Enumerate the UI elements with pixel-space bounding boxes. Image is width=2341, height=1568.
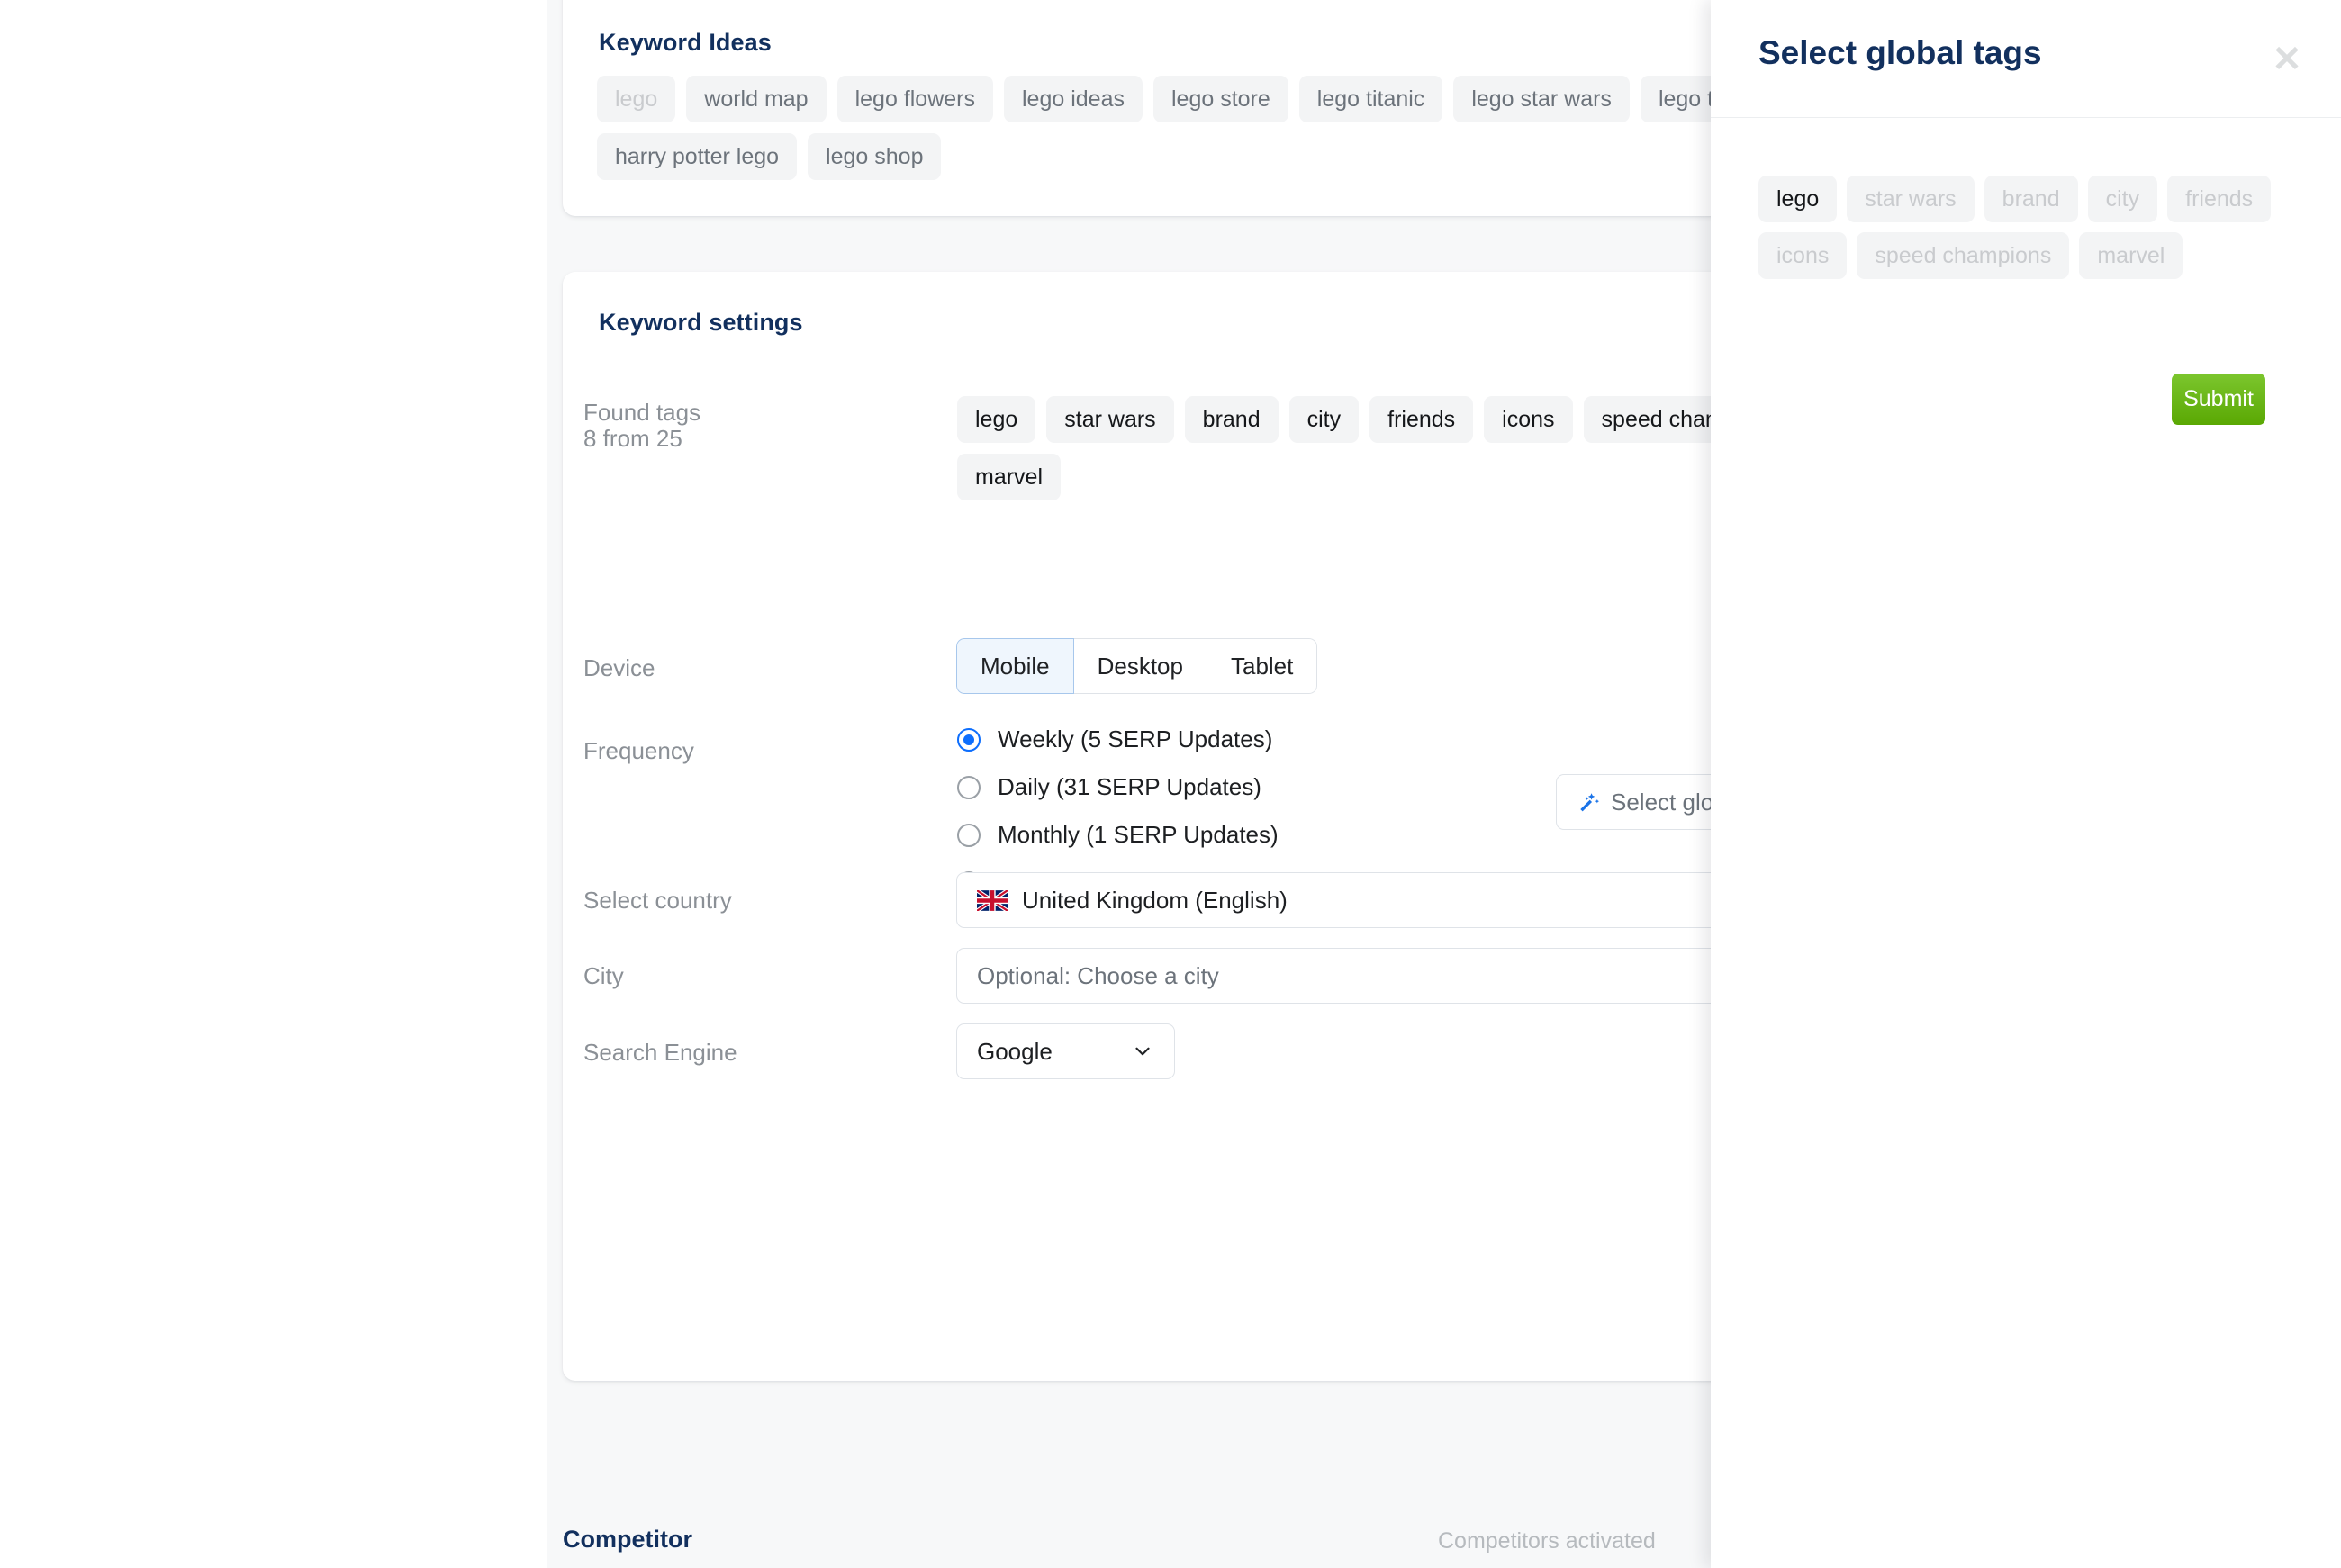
country-value: United Kingdom (English) [1022, 887, 1288, 915]
keyword-ideas-tag-list[interactable]: legoworld maplego flowerslego ideaslego … [597, 76, 1857, 180]
keyword-idea-tag[interactable]: lego titanic [1299, 76, 1443, 122]
radio-icon[interactable] [957, 728, 981, 752]
found-tag[interactable]: marvel [957, 454, 1061, 500]
keyword-idea-tag[interactable]: lego ideas [1004, 76, 1143, 122]
global-tag[interactable]: brand [1984, 176, 2078, 222]
magic-wand-icon [1577, 789, 1602, 815]
keyword-idea-tag[interactable]: lego shop [808, 133, 941, 180]
frequency-option-2[interactable]: Monthly (1 SERP Updates) [957, 820, 1279, 850]
frequency-label: Frequency [583, 731, 694, 770]
found-tag[interactable]: icons [1484, 396, 1572, 443]
submit-button[interactable]: Submit [2172, 374, 2265, 425]
uk-flag-icon [977, 890, 1008, 911]
found-tags-count: 8 from 25 [583, 419, 682, 458]
frequency-option-0[interactable]: Weekly (5 SERP Updates) [957, 725, 1279, 754]
city-label: City [583, 956, 624, 996]
app-page: Keyword Ideas legoworld maplego flowersl… [0, 0, 2341, 1568]
search-engine-select[interactable]: Google [956, 1023, 1175, 1079]
frequency-option-1[interactable]: Daily (31 SERP Updates) [957, 772, 1279, 802]
chevron-down-icon [1131, 1040, 1154, 1063]
found-tag[interactable]: star wars [1046, 396, 1173, 443]
found-tag[interactable]: brand [1185, 396, 1279, 443]
global-tags-drawer: Select global tags ✕ legostar warsbrandc… [1711, 0, 2341, 1568]
radio-icon[interactable] [957, 824, 981, 847]
drawer-header: Select global tags ✕ [1711, 0, 2341, 118]
device-option-desktop[interactable]: Desktop [1074, 638, 1207, 694]
device-option-mobile[interactable]: Mobile [956, 638, 1074, 694]
device-label: Device [583, 648, 655, 688]
global-tag[interactable]: icons [1758, 232, 1847, 279]
frequency-option-label: Daily (31 SERP Updates) [998, 773, 1261, 801]
found-tag[interactable]: friends [1369, 396, 1473, 443]
found-tag[interactable]: lego [957, 396, 1035, 443]
competitor-status: Competitors activated [1438, 1528, 1656, 1554]
search-engine-value: Google [977, 1038, 1053, 1066]
found-tag[interactable]: city [1289, 396, 1360, 443]
keyword-idea-tag[interactable]: lego flowers [837, 76, 993, 122]
competitor-title: Competitor [563, 1526, 692, 1554]
keyword-idea-tag[interactable]: lego [597, 76, 675, 122]
city-placeholder: Optional: Choose a city [977, 962, 1219, 990]
global-tag[interactable]: speed champions [1857, 232, 2069, 279]
global-tag[interactable]: lego [1758, 176, 1837, 222]
global-tag[interactable]: star wars [1847, 176, 1974, 222]
global-tag[interactable]: city [2088, 176, 2158, 222]
device-option-tablet[interactable]: Tablet [1207, 638, 1317, 694]
keyword-idea-tag[interactable]: world map [686, 76, 826, 122]
country-label: Select country [583, 880, 732, 920]
left-gutter [0, 0, 547, 1568]
frequency-option-label: Monthly (1 SERP Updates) [998, 821, 1279, 849]
drawer-tag-list[interactable]: legostar warsbrandcityfriends iconsspeed … [1758, 176, 2299, 279]
keyword-ideas-card: Keyword Ideas legoworld maplego flowersl… [563, 0, 1895, 216]
radio-icon[interactable] [957, 776, 981, 799]
keyword-ideas-title: Keyword Ideas [599, 29, 772, 57]
keyword-idea-tag[interactable]: lego store [1153, 76, 1288, 122]
drawer-title: Select global tags [1758, 34, 2042, 72]
frequency-option-label: Weekly (5 SERP Updates) [998, 725, 1272, 753]
keyword-idea-tag[interactable]: lego star wars [1453, 76, 1630, 122]
global-tag[interactable]: marvel [2079, 232, 2183, 279]
global-tag[interactable]: friends [2167, 176, 2271, 222]
device-segmented-control[interactable]: MobileDesktopTablet [956, 638, 1317, 694]
keyword-settings-card: Keyword settings Found tags 8 from 25 le… [563, 272, 1895, 1381]
search-engine-label: Search Engine [583, 1032, 737, 1072]
close-icon[interactable]: ✕ [2265, 38, 2309, 81]
keyword-settings-title: Keyword settings [599, 309, 803, 337]
keyword-idea-tag[interactable]: harry potter lego [597, 133, 797, 180]
